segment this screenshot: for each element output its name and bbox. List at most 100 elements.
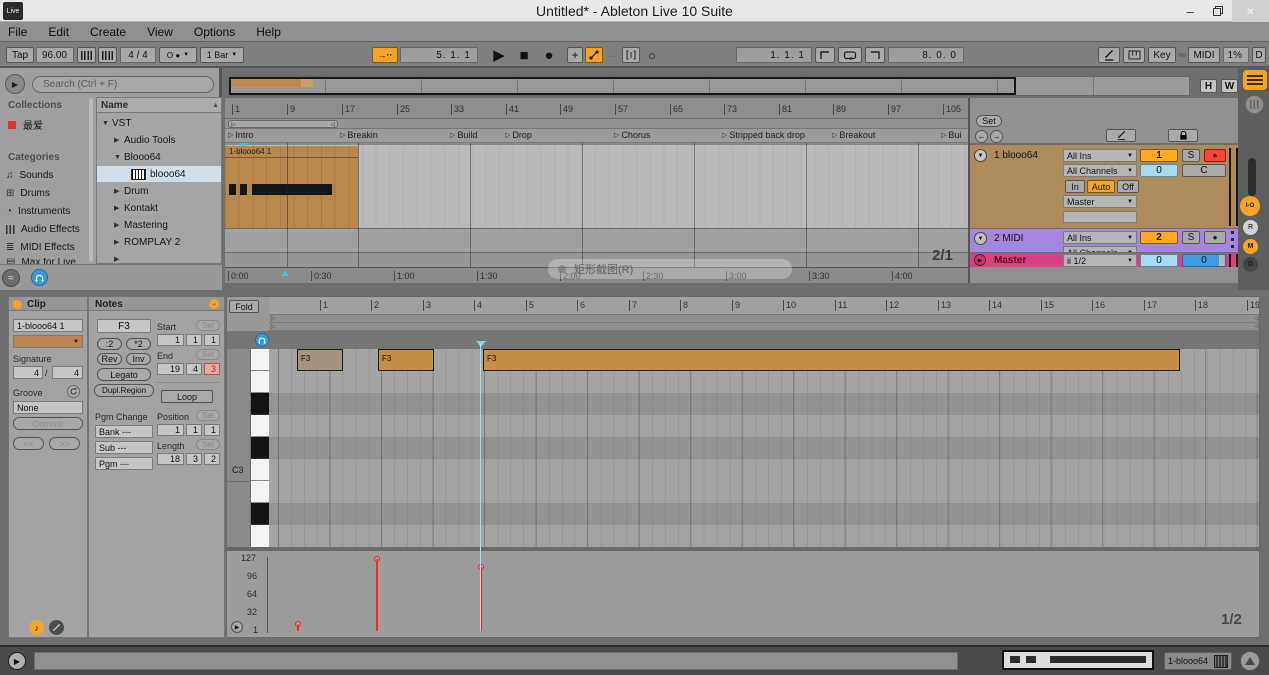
tree-item-romplay2[interactable]: ▶ROMPLAY 2 — [97, 234, 222, 250]
track-header-midi[interactable]: ▼ 2 MIDI All Ins▼ All Channels▼ 2 S ● — [970, 228, 1238, 252]
minimize-button[interactable]: – — [1176, 0, 1204, 22]
arrangement-bar-ruler[interactable]: 1 9 17 25 33 41 49 57 65 73 81 89 97 105 — [225, 98, 968, 119]
clip-color-chooser[interactable]: ▼ — [13, 335, 83, 348]
locator-intro[interactable]: ▷Intro — [228, 130, 253, 140]
collapsed-icon[interactable]: ▶ — [114, 204, 124, 212]
category-item-drums[interactable]: ⊞Drums — [6, 186, 86, 201]
record-button[interactable]: ● — [538, 45, 560, 65]
tree-item-blooo64-plugin-selected[interactable]: blooo64 — [97, 166, 222, 182]
session-view-toggle[interactable] — [1245, 95, 1264, 114]
status-play-icon[interactable]: ▶ — [8, 652, 26, 670]
track1-input-chooser[interactable]: All Ins▼ — [1063, 149, 1137, 162]
loop-start-marker[interactable]: ▷ — [271, 315, 276, 322]
groove-commit-button[interactable]: Commit — [13, 417, 83, 430]
master-cue-volume-field[interactable]: 0 — [1182, 254, 1226, 267]
mixer-section-toggle[interactable]: M — [1243, 239, 1258, 254]
velocity-handle-1[interactable] — [295, 621, 301, 627]
bank-field[interactable]: Bank --- — [95, 425, 153, 438]
tree-item-drum[interactable]: ▶Drum — [97, 183, 222, 199]
arrangement-clip-blooo64[interactable]: 1-blooo64 1 — [225, 146, 358, 228]
track1-output-chooser[interactable]: Master▼ — [1063, 195, 1137, 208]
master-volume-field[interactable]: 0 — [1140, 254, 1178, 267]
loop-start-field[interactable]: 1. 1. 1 — [736, 47, 812, 63]
quantization-menu[interactable]: 1 Bar▼ — [200, 47, 244, 63]
draw-mode-button[interactable] — [1098, 47, 1120, 63]
monitor-auto-button[interactable]: Auto — [1087, 180, 1115, 193]
delay-section-toggle[interactable]: D — [1243, 257, 1258, 272]
similarity-search-icon[interactable]: ≈ — [2, 269, 20, 287]
tempo-field[interactable]: 96.00 — [36, 47, 74, 63]
tree-header-row[interactable]: Name ▲ — [97, 98, 222, 113]
clip-panel-header[interactable]: Clip — [9, 297, 87, 311]
midi-map-button[interactable]: MIDI — [1188, 47, 1220, 63]
clip-envelopes-tab-icon[interactable] — [49, 620, 64, 635]
loop-length-field[interactable]: 8. 0. 0 — [888, 47, 964, 63]
key-map-button[interactable]: Key — [1148, 47, 1176, 63]
loop-end-handle[interactable]: ◁ — [330, 121, 335, 128]
end-bar-field[interactable]: 19 — [157, 363, 184, 375]
track2-activator[interactable]: 2 — [1140, 231, 1178, 244]
category-item-instruments[interactable]: ◔Instruments — [6, 204, 86, 219]
locator-bui-clipped[interactable]: ▷Bui — [941, 130, 961, 140]
piano-key-c3[interactable] — [251, 459, 269, 481]
start-sixteenth-field[interactable]: 1 — [204, 334, 220, 346]
piano-key-as2[interactable] — [251, 503, 269, 525]
invert-button[interactable]: Inv — [126, 353, 151, 365]
stop-button[interactable]: ■ — [513, 45, 535, 65]
track1-empty-chooser[interactable] — [1063, 211, 1137, 223]
overview-viewport-box[interactable] — [229, 77, 1016, 95]
midi-note-2[interactable]: F3 — [378, 349, 434, 371]
computer-midi-keyboard-button[interactable] — [1123, 47, 1145, 63]
halve-time-button[interactable]: :2 — [97, 338, 122, 350]
arrangement-view-toggle[interactable] — [1243, 70, 1267, 90]
piano-key-e3[interactable] — [251, 371, 269, 393]
collapsed-icon[interactable]: ▶ — [114, 136, 124, 144]
double-time-button[interactable]: *2 — [126, 338, 151, 350]
zoom-width-button[interactable]: W — [1221, 79, 1238, 93]
loop-start-marker[interactable]: ▷ — [271, 323, 276, 330]
tree-item-blooo64-folder[interactable]: ▼Blooo64 — [97, 149, 222, 165]
collapsed-icon[interactable]: ▶ — [114, 255, 124, 263]
loop-start-handle[interactable]: ▷ — [231, 121, 236, 128]
menu-item-help[interactable]: Help — [256, 25, 281, 39]
track1-name[interactable]: 1 blooo64 — [994, 150, 1038, 161]
collapsed-icon[interactable]: ▶ — [114, 221, 124, 229]
start-set-button[interactable]: Set — [196, 320, 220, 331]
next-locator-button[interactable]: → — [990, 130, 1003, 143]
tree-item-kontakt[interactable]: ▶Kontakt — [97, 200, 222, 216]
loop-button[interactable] — [838, 47, 862, 63]
close-button[interactable]: × — [1232, 0, 1269, 22]
signature-numerator-field[interactable]: 4 — [13, 366, 43, 379]
track2-name[interactable]: 2 MIDI — [994, 233, 1023, 244]
monitor-in-button[interactable]: In — [1065, 180, 1085, 193]
track1-solo-button[interactable]: S — [1182, 149, 1200, 162]
metronome-button[interactable]: O ●▼ — [159, 47, 197, 63]
capture-midi-button[interactable] — [622, 47, 640, 63]
midi-note-3[interactable]: F3 — [483, 349, 1180, 371]
play-button[interactable]: ▶ — [488, 45, 510, 65]
signature-denominator-field[interactable]: 4 — [52, 366, 83, 379]
velocity-lane[interactable]: 127 96 64 32 1 ▶ 1/2 — [227, 551, 1260, 637]
master-play-icon[interactable]: ▶ — [974, 254, 986, 266]
velocity-stem-2[interactable] — [376, 559, 378, 631]
transpose-field[interactable]: F3 — [97, 319, 151, 333]
midi-bar-ruler[interactable]: 1 2 3 4 5 6 7 8 9 10 11 12 13 14 15 16 1… — [269, 297, 1260, 315]
clip-notes-tab-icon[interactable]: ♪ — [29, 620, 44, 635]
clip-overview-strip[interactable] — [1002, 650, 1154, 670]
nudge-up-button[interactable] — [98, 47, 117, 63]
position-bar-field[interactable]: 1 — [157, 424, 184, 436]
expand-icon[interactable]: ▼ — [102, 120, 112, 127]
follow-button[interactable]: →·· — [372, 47, 398, 63]
track2-arm-button[interactable]: ● — [1204, 231, 1226, 244]
io-section-toggle[interactable]: I-O — [1240, 196, 1260, 216]
collapsed-icon[interactable]: ▶ — [114, 187, 124, 195]
fold-button[interactable]: Fold — [229, 300, 259, 313]
velocity-handle-2[interactable] — [374, 556, 380, 562]
master-cue-chooser[interactable]: ii 1/2▼ — [1063, 254, 1137, 267]
collapsed-icon[interactable]: ▶ — [114, 238, 124, 246]
track2-lane[interactable] — [225, 228, 968, 252]
position-set-button[interactable]: Set — [196, 410, 220, 421]
end-sixteenth-field[interactable]: 3 — [204, 363, 220, 375]
piano-keyboard[interactable] — [251, 349, 269, 547]
locator-chorus[interactable]: ▷Chorus — [614, 130, 650, 140]
